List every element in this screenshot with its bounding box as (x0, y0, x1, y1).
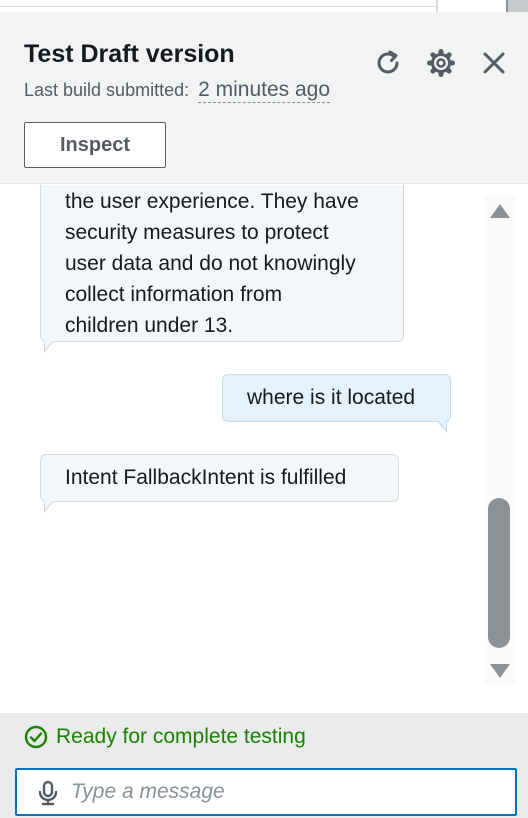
message-text: Intent FallbackIntent is fulfilled (65, 466, 347, 489)
close-button[interactable] (477, 46, 511, 80)
message-line: user data and do not knowingly (65, 252, 356, 275)
status-text: Ready for complete testing (56, 725, 306, 748)
divider (0, 6, 436, 7)
settings-button[interactable] (424, 46, 458, 80)
message-line: the user experience. They have (65, 190, 359, 213)
message-input[interactable] (71, 770, 501, 814)
close-icon (483, 52, 505, 74)
refresh-icon (377, 50, 399, 74)
test-footer: Ready for complete testing (0, 713, 528, 818)
window-edge (506, 0, 528, 12)
scroll-down-arrow-icon[interactable] (489, 663, 511, 679)
message-line: security measures to protect (65, 221, 329, 244)
refresh-button[interactable] (371, 46, 405, 80)
bubble-tail (44, 340, 54, 353)
chat-transcript: the user experience. They have security … (0, 185, 528, 713)
bubble-tail (437, 420, 447, 433)
user-message: where is it located (222, 374, 451, 433)
message-input-box (15, 768, 517, 816)
microphone-icon[interactable] (37, 780, 59, 806)
check-circle-icon (24, 725, 48, 749)
settings-icon (427, 49, 455, 77)
test-panel-header: Test Draft version Last build submitted:… (0, 12, 528, 184)
top-strip (0, 0, 528, 12)
inspect-button[interactable]: Inspect (24, 122, 166, 168)
page-title: Test Draft version (24, 40, 235, 68)
build-label: Last build submitted: (24, 80, 190, 100)
message-text: where is it located (247, 386, 416, 409)
status-message: Ready for complete testing (24, 725, 306, 749)
bot-message: the user experience. They have security … (40, 185, 404, 353)
scroll-up-arrow-icon[interactable] (489, 203, 511, 219)
build-status: Last build submitted: 2 minutes ago (24, 78, 331, 103)
scrollbar-thumb[interactable] (488, 498, 510, 648)
divider (436, 0, 438, 12)
bot-message: Intent FallbackIntent is fulfilled (40, 454, 399, 513)
message-line: children under 13. (65, 314, 234, 337)
build-time[interactable]: 2 minutes ago (198, 78, 331, 103)
message-line: collect information from (65, 283, 283, 306)
bubble-tail (44, 500, 54, 513)
